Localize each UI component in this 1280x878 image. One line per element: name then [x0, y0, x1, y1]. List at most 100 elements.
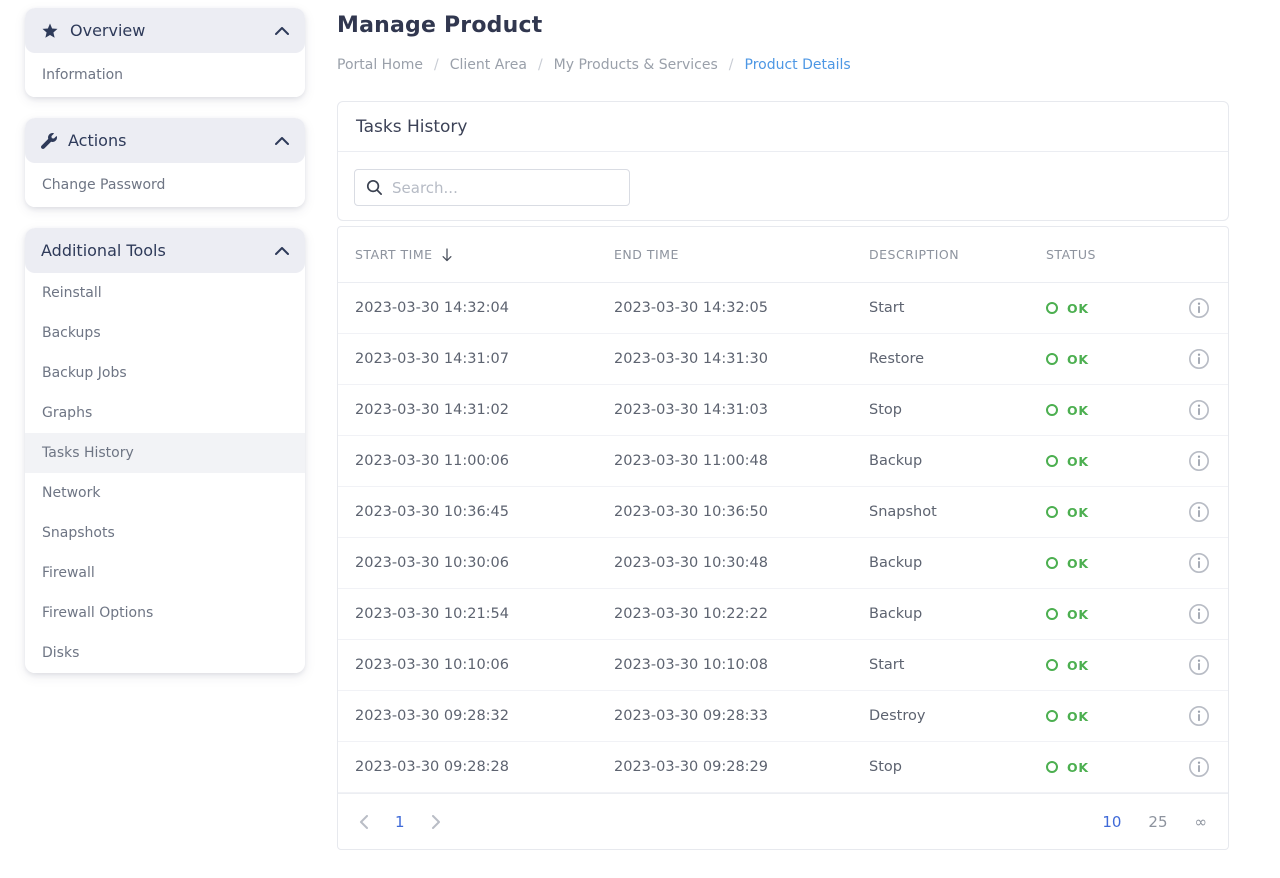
sidebar-item-change-password[interactable]: Change Password: [25, 163, 305, 207]
cell-end-time: 2023-03-30 14:31:30: [614, 351, 869, 367]
status-badge: OK: [1067, 301, 1089, 316]
status-badge: OK: [1067, 658, 1089, 673]
search-input[interactable]: [392, 179, 618, 197]
chevron-left-icon[interactable]: [359, 815, 368, 829]
circle-outline-icon: [1046, 659, 1058, 671]
sidebar-item-network[interactable]: Network: [25, 473, 305, 513]
info-icon[interactable]: [1188, 552, 1210, 574]
sidebar-section-additional-tools: Additional Tools ReinstallBackupsBackup …: [25, 228, 305, 673]
info-icon[interactable]: [1188, 450, 1210, 472]
cell-start-time: 2023-03-30 11:00:06: [355, 453, 614, 469]
info-icon[interactable]: [1188, 297, 1210, 319]
cell-description: Start: [869, 657, 1046, 673]
cell-end-time: 2023-03-30 10:36:50: [614, 504, 869, 520]
info-icon[interactable]: [1188, 756, 1210, 778]
tasks-table: START TIME END TIME DESCRIPTION STATUS 2…: [337, 226, 1229, 850]
page-size-∞[interactable]: ∞: [1195, 813, 1208, 831]
page-size-10[interactable]: 10: [1102, 813, 1121, 831]
table-row: 2023-03-30 10:10:06 2023-03-30 10:10:08 …: [338, 640, 1228, 691]
sidebar-item-backups[interactable]: Backups: [25, 313, 305, 353]
cell-status: OK: [1046, 352, 1176, 367]
cell-status: OK: [1046, 760, 1176, 775]
chevron-up-icon: [275, 27, 289, 35]
sidebar-item-snapshots[interactable]: Snapshots: [25, 513, 305, 553]
sidebar-section-overview: Overview Information: [25, 8, 305, 97]
breadcrumb-portal-home[interactable]: Portal Home: [337, 57, 423, 73]
sidebar-section-header-additional-tools[interactable]: Additional Tools: [25, 228, 305, 273]
sidebar-item-reinstall[interactable]: Reinstall: [25, 273, 305, 313]
cell-end-time: 2023-03-30 09:28:29: [614, 759, 869, 775]
sidebar-item-backup-jobs[interactable]: Backup Jobs: [25, 353, 305, 393]
column-header-start-time[interactable]: START TIME: [355, 247, 614, 262]
page-number[interactable]: 1: [395, 813, 405, 831]
cell-start-time: 2023-03-30 10:30:06: [355, 555, 614, 571]
sidebar-item-disks[interactable]: Disks: [25, 633, 305, 673]
sidebar-section-header-actions[interactable]: Actions: [25, 118, 305, 163]
cell-status: OK: [1046, 403, 1176, 418]
breadcrumb-separator: /: [729, 57, 734, 73]
cell-description: Stop: [869, 759, 1046, 775]
info-icon[interactable]: [1188, 705, 1210, 727]
cell-end-time: 2023-03-30 10:22:22: [614, 606, 869, 622]
table-row: 2023-03-30 14:31:02 2023-03-30 14:31:03 …: [338, 385, 1228, 436]
info-icon[interactable]: [1188, 348, 1210, 370]
breadcrumb: Portal Home / Client Area / My Products & Se…: [337, 57, 1229, 73]
breadcrumb-separator: /: [434, 57, 439, 73]
sidebar-item-information[interactable]: Information: [25, 53, 305, 97]
cell-description: Backup: [869, 453, 1046, 469]
table-row: 2023-03-30 09:28:32 2023-03-30 09:28:33 …: [338, 691, 1228, 742]
table-row: 2023-03-30 10:21:54 2023-03-30 10:22:22 …: [338, 589, 1228, 640]
info-icon[interactable]: [1188, 654, 1210, 676]
column-header-status[interactable]: STATUS: [1046, 247, 1176, 262]
info-icon[interactable]: [1188, 603, 1210, 625]
sidebar-item-firewall[interactable]: Firewall: [25, 553, 305, 593]
breadcrumb-separator: /: [538, 57, 543, 73]
cell-start-time: 2023-03-30 14:32:04: [355, 300, 614, 316]
chevron-up-icon: [275, 247, 289, 255]
circle-outline-icon: [1046, 761, 1058, 773]
sidebar-section-actions: Actions Change Password: [25, 118, 305, 207]
panel-title: Tasks History: [356, 117, 467, 137]
cell-description: Snapshot: [869, 504, 1046, 520]
chevron-right-icon[interactable]: [432, 815, 441, 829]
sidebar-section-title: Additional Tools: [41, 241, 275, 260]
cell-start-time: 2023-03-30 10:10:06: [355, 657, 614, 673]
page-title: Manage Product: [337, 13, 1229, 38]
breadcrumb-my-products-services[interactable]: My Products & Services: [554, 57, 718, 73]
circle-outline-icon: [1046, 608, 1058, 620]
breadcrumb-product-details[interactable]: Product Details: [745, 57, 851, 73]
column-header-end-time[interactable]: END TIME: [614, 247, 869, 262]
cell-description: Backup: [869, 555, 1046, 571]
table-row: 2023-03-30 09:28:28 2023-03-30 09:28:29 …: [338, 742, 1228, 793]
page-size-25[interactable]: 25: [1148, 813, 1167, 831]
circle-outline-icon: [1046, 302, 1058, 314]
cell-description: Destroy: [869, 708, 1046, 724]
cell-description: Stop: [869, 402, 1046, 418]
sidebar-item-graphs[interactable]: Graphs: [25, 393, 305, 433]
sidebar-items-actions: Change Password: [25, 163, 305, 207]
wrench-icon: [41, 133, 57, 149]
column-header-description[interactable]: DESCRIPTION: [869, 247, 1046, 262]
sidebar-section-header-overview[interactable]: Overview: [25, 8, 305, 53]
cell-start-time: 2023-03-30 14:31:07: [355, 351, 614, 367]
sidebar-item-firewall-options[interactable]: Firewall Options: [25, 593, 305, 633]
circle-outline-icon: [1046, 455, 1058, 467]
pagination-bar: 1 10 25 ∞: [338, 793, 1228, 849]
search-icon: [366, 179, 383, 196]
cell-end-time: 2023-03-30 14:31:03: [614, 402, 869, 418]
cell-status: OK: [1046, 301, 1176, 316]
cell-status: OK: [1046, 709, 1176, 724]
circle-outline-icon: [1046, 353, 1058, 365]
table-row: 2023-03-30 14:32:04 2023-03-30 14:32:05 …: [338, 283, 1228, 334]
breadcrumb-client-area[interactable]: Client Area: [450, 57, 527, 73]
cell-start-time: 2023-03-30 09:28:28: [355, 759, 614, 775]
cell-start-time: 2023-03-30 10:36:45: [355, 504, 614, 520]
table-row: 2023-03-30 10:30:06 2023-03-30 10:30:48 …: [338, 538, 1228, 589]
info-icon[interactable]: [1188, 399, 1210, 421]
sidebar-item-tasks-history[interactable]: Tasks History: [25, 433, 305, 473]
status-badge: OK: [1067, 760, 1089, 775]
star-icon: [41, 22, 59, 40]
cell-end-time: 2023-03-30 09:28:33: [614, 708, 869, 724]
info-icon[interactable]: [1188, 501, 1210, 523]
page-size-options: 10 25 ∞: [1102, 813, 1207, 831]
